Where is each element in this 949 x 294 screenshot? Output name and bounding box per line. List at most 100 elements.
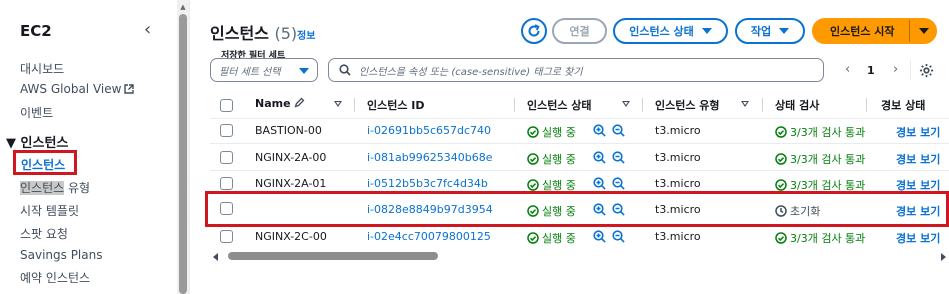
status-check: 3/3개 검사 통과 [775, 230, 865, 246]
instance-id-link[interactable]: i-0512b5b3c7fc4d34b [367, 177, 488, 190]
sort-icon[interactable] [741, 101, 749, 107]
sidebar-title: EC2 [20, 22, 52, 40]
zoom-out-icon[interactable] [612, 151, 625, 164]
refresh-button[interactable] [521, 18, 547, 44]
check-circle-icon [527, 153, 539, 165]
check-circle-icon [527, 232, 539, 244]
status-check-text: 3/3개 검사 통과 [790, 153, 866, 166]
scroll-right-arrow-icon[interactable] [941, 253, 946, 261]
sidebar-item-events[interactable]: 이벤트 [20, 104, 53, 121]
instance-state-text: 실행 중 [542, 153, 576, 166]
zoom-out-icon[interactable] [612, 203, 625, 216]
divider [189, 0, 190, 294]
column-divider[interactable] [642, 98, 643, 112]
column-header-instance-id[interactable]: 인스턴스 ID [367, 97, 425, 113]
row-checkbox[interactable] [220, 177, 233, 190]
view-alarms-link[interactable]: 경보 보기 [896, 151, 940, 167]
column-header-alarm-status[interactable]: 경보 상태 [881, 97, 925, 113]
sort-icon[interactable] [622, 101, 630, 107]
current-page[interactable]: 1 [867, 64, 875, 77]
instance-state-text: 실행 중 [542, 232, 576, 245]
instance-count: (5) [274, 24, 298, 43]
zoom-out-icon[interactable] [612, 177, 625, 190]
column-header-instance-type[interactable]: 인스턴스 유형 [655, 97, 720, 113]
column-header-instance-state[interactable]: 인스턴스 상태 [527, 97, 592, 113]
instance-state-label: 인스턴스 상태 [629, 25, 694, 38]
filter-set-select[interactable]: 필터 세트 선택 [210, 58, 318, 82]
actions-button[interactable]: 작업 [735, 18, 805, 44]
column-header-label: Name [255, 97, 291, 110]
instance-id-link[interactable]: i-02691bb5c657dc740 [367, 124, 491, 137]
zoom-in-icon[interactable] [593, 203, 606, 216]
column-divider[interactable] [866, 98, 867, 112]
instance-id-link[interactable]: i-02e4cc70079800125 [367, 230, 491, 243]
zoom-out-icon[interactable] [612, 230, 625, 243]
column-divider[interactable] [514, 98, 515, 112]
row-checkbox[interactable] [220, 124, 233, 137]
chevron-left-icon[interactable]: ‹ [845, 62, 850, 77]
instance-state-button[interactable]: 인스턴스 상태 [613, 18, 728, 44]
sidebar-item-reserved-instances[interactable]: 예약 인스턴스 [20, 269, 90, 286]
search-input[interactable]: 인스턴스을 속성 또는 (case-sensitive) 태그로 찾기 [328, 58, 824, 82]
selected-text: 인스턴스 [20, 181, 65, 195]
check-circle-icon [527, 126, 539, 138]
instance-name: NGINX-2A-00 [255, 151, 327, 164]
sort-icon[interactable] [334, 101, 342, 107]
chevron-right-icon[interactable]: › [893, 62, 898, 77]
instance-state: 실행 중 [527, 203, 576, 219]
external-link-icon [124, 84, 135, 94]
sidebar-item-savings-plans[interactable]: Savings Plans [20, 248, 102, 262]
instance-id-link[interactable]: i-081ab99625340b68e [367, 151, 492, 164]
instance-state: 실행 중 [527, 151, 576, 167]
view-alarms-link[interactable]: 경보 보기 [896, 203, 940, 219]
instance-name: NGINX-2A-01 [255, 177, 327, 190]
zoom-out-icon[interactable] [612, 124, 625, 137]
caret-down-icon [779, 28, 790, 34]
status-check-text: 초기화 [790, 205, 821, 218]
column-header-name[interactable]: Name [255, 97, 305, 113]
launch-instance-button[interactable]: 인스턴스 시작 [812, 18, 937, 44]
column-divider[interactable] [762, 98, 763, 112]
row-checkbox[interactable] [220, 230, 233, 243]
view-alarms-link[interactable]: 경보 보기 [896, 124, 940, 140]
sidebar-item-instances[interactable]: 인스턴스 [13, 150, 77, 175]
instance-id-link[interactable]: i-0828e8849b97d3954 [367, 203, 493, 216]
sidebar-item-spot-requests[interactable]: 스팟 요청 [20, 225, 68, 242]
row-checkbox[interactable] [220, 202, 233, 215]
scroll-left-arrow-icon[interactable] [213, 253, 218, 261]
instance-type: t3.micro [655, 230, 701, 243]
sidebar-item-instance-types[interactable]: 인스턴스 유형 [20, 179, 90, 196]
sidebar-scrollbar-thumb[interactable] [179, 14, 187, 294]
page-title-text: 인스턴스 [210, 24, 269, 43]
zoom-in-icon[interactable] [593, 124, 606, 137]
status-check: 3/3개 검사 통과 [775, 151, 865, 167]
row-checkbox[interactable] [220, 151, 233, 164]
instance-state-text: 실행 중 [542, 205, 576, 218]
column-header-status-check[interactable]: 상태 검사 [775, 97, 819, 113]
scroll-up-arrow-icon[interactable]: ▲ [179, 3, 187, 11]
column-divider[interactable] [354, 98, 355, 112]
select-all-checkbox[interactable] [220, 99, 233, 112]
zoom-in-icon[interactable] [593, 177, 606, 190]
instance-type: t3.micro [655, 124, 701, 137]
instance-type: t3.micro [655, 151, 701, 164]
zoom-in-icon[interactable] [593, 151, 606, 164]
check-circle-icon [775, 126, 787, 138]
sidebar-section-label: 인스턴스 [20, 136, 69, 151]
instance-state-text: 실행 중 [542, 126, 576, 139]
table-horizontal-scrollbar-thumb[interactable] [228, 252, 438, 260]
sidebar-section-instances[interactable]: ▼ 인스턴스 [6, 132, 68, 151]
zoom-in-icon[interactable] [593, 230, 606, 243]
sidebar-item-global-view[interactable]: AWS Global View [20, 82, 135, 96]
sidebar-item-dashboard[interactable]: 대시보드 [20, 60, 64, 77]
instance-name: NGINX-2C-00 [255, 230, 327, 243]
connect-button[interactable]: 연결 [552, 18, 607, 44]
caret-down-icon[interactable] [919, 28, 929, 34]
chevron-left-icon[interactable]: ‹ [144, 20, 158, 40]
info-link[interactable]: 정보 [297, 27, 315, 42]
check-circle-icon [775, 179, 787, 191]
sidebar-item-launch-templates[interactable]: 시작 템플릿 [20, 202, 79, 219]
view-alarms-link[interactable]: 경보 보기 [896, 230, 940, 246]
status-check-text: 3/3개 검사 통과 [790, 232, 866, 245]
gear-icon[interactable] [919, 63, 934, 78]
